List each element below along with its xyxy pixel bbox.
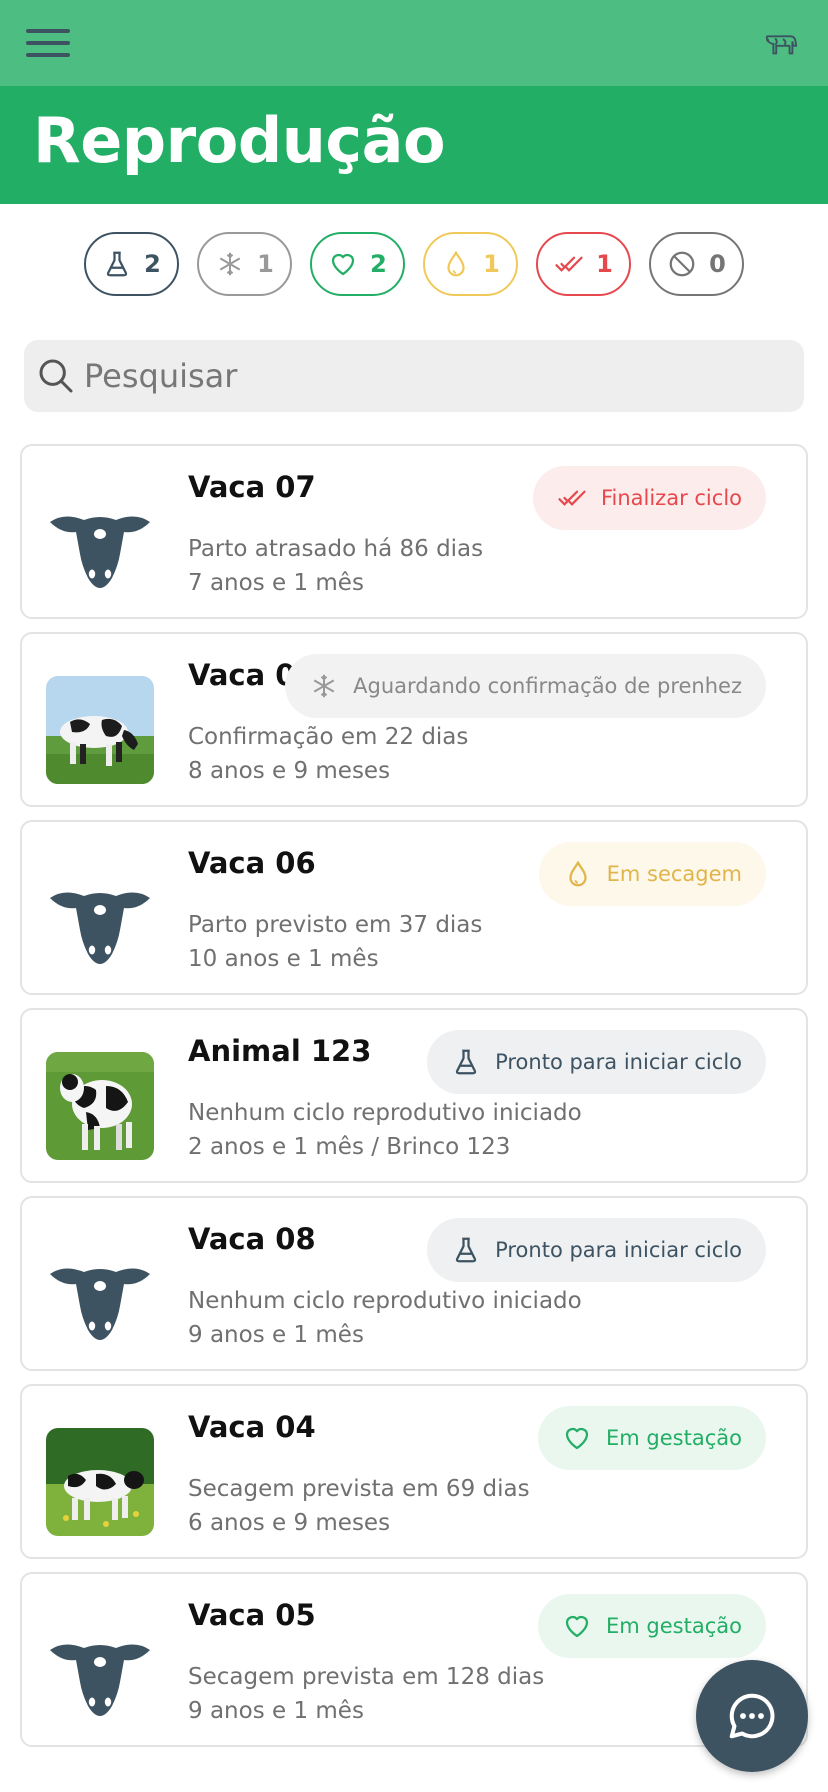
menu-icon[interactable] — [24, 26, 72, 60]
status-badge[interactable]: Pronto para iniciar ciclo — [427, 1030, 766, 1094]
animal-status-detail: Secagem prevista em 128 dias — [188, 1664, 545, 1690]
filter-chip-awaiting[interactable]: 1 — [197, 232, 292, 296]
animal-name: Animal 123 — [188, 1034, 372, 1068]
page-title: Reprodução — [33, 104, 446, 177]
status-badge-label: Pronto para iniciar ciclo — [495, 1050, 742, 1074]
cow-silhouette-icon — [46, 1616, 154, 1724]
double-check-icon — [558, 490, 586, 506]
status-badge[interactable]: Aguardando confirmação de prenhez — [285, 654, 766, 718]
animal-status-detail: Parto atrasado há 86 dias — [188, 536, 484, 562]
filter-count: 0 — [709, 250, 726, 278]
double-check-icon — [555, 256, 583, 272]
cow-silhouette-icon — [46, 488, 154, 596]
status-badge-label: Em gestação — [606, 1426, 742, 1450]
drop-icon — [568, 860, 587, 887]
flask-icon — [455, 1237, 477, 1263]
animal-age: 8 anos e 9 meses — [188, 758, 391, 784]
animal-name: Vaca 06 — [188, 846, 316, 880]
status-badge[interactable]: Em gestação — [538, 1406, 766, 1470]
animal-status-detail: Nenhum ciclo reprodutivo iniciado — [188, 1288, 582, 1314]
animal-card[interactable]: Vaca 05 Secagem prevista em 128 dias 9 a… — [20, 1572, 808, 1747]
cow-photo — [46, 1428, 154, 1536]
animal-status-detail: Secagem prevista em 69 dias — [188, 1476, 530, 1502]
animal-card[interactable]: Vaca 04 Secagem prevista em 69 dias 6 an… — [20, 1384, 808, 1559]
filter-count: 2 — [370, 250, 387, 278]
animal-card[interactable]: Vaca 06 Parto previsto em 37 dias 10 ano… — [20, 820, 808, 995]
status-badge[interactable]: Em gestação — [538, 1594, 766, 1658]
cow-photo — [46, 1052, 154, 1160]
flask-icon — [455, 1049, 477, 1075]
top-app-bar — [0, 0, 828, 86]
heart-icon — [565, 1615, 589, 1638]
filter-count: 1 — [483, 250, 500, 278]
animal-name: Vaca 07 — [188, 470, 316, 504]
filter-count: 2 — [144, 250, 161, 278]
animal-name: Vaca 04 — [188, 1410, 316, 1444]
animal-name: Vaca 08 — [188, 1222, 316, 1256]
search-icon — [39, 359, 73, 393]
animal-age: 9 anos e 1 mês — [188, 1322, 364, 1348]
animal-age: 2 anos e 1 mês / Brinco 123 — [188, 1134, 511, 1160]
status-badge[interactable]: Finalizar ciclo — [532, 466, 766, 530]
filter-chip-finish[interactable]: 1 — [536, 232, 631, 296]
status-badge-label: Finalizar ciclo — [600, 486, 742, 510]
animal-status-detail: Nenhum ciclo reprodutivo iniciado — [188, 1100, 582, 1126]
cow-silhouette-icon — [46, 1240, 154, 1348]
status-badge-label: Em gestação — [606, 1614, 742, 1638]
cow-photo — [46, 676, 154, 784]
search-input[interactable] — [84, 357, 764, 395]
flask-icon — [107, 251, 128, 277]
heart-icon — [565, 1427, 589, 1450]
animal-list: Vaca 07 Parto atrasado há 86 dias 7 anos… — [20, 444, 808, 1760]
animal-card[interactable]: Animal 123 Nenhum ciclo reprodutivo inic… — [20, 1008, 808, 1183]
chat-bubble-icon — [729, 1693, 775, 1739]
animal-status-detail: Confirmação em 22 dias — [188, 724, 469, 750]
animal-status-detail: Parto previsto em 37 dias — [188, 912, 483, 938]
snowflake-icon — [313, 674, 335, 698]
status-badge[interactable]: Pronto para iniciar ciclo — [427, 1218, 766, 1282]
status-filter-bar: 2 1 2 1 1 0 — [84, 232, 744, 296]
animal-age: 9 anos e 1 mês — [188, 1698, 364, 1724]
filter-chip-inactive[interactable]: 0 — [649, 232, 744, 296]
chat-button[interactable] — [696, 1660, 808, 1772]
status-badge[interactable]: Em secagem — [538, 842, 766, 906]
animal-card[interactable]: Vaca 08 Nenhum ciclo reprodutivo iniciad… — [20, 1196, 808, 1371]
animal-age: 7 anos e 1 mês — [188, 570, 364, 596]
filter-chip-drying[interactable]: 1 — [423, 232, 518, 296]
cow-silhouette-icon — [46, 864, 154, 972]
animal-age: 10 anos e 1 mês — [188, 946, 379, 972]
filter-chip-ready[interactable]: 2 — [84, 232, 179, 296]
filter-chip-pregnant[interactable]: 2 — [310, 232, 405, 296]
status-badge-label: Em secagem — [606, 862, 742, 886]
snowflake-icon — [219, 252, 241, 276]
animal-card[interactable]: Vaca 07 Parto atrasado há 86 dias 7 anos… — [20, 444, 808, 619]
heart-icon — [332, 253, 355, 276]
filter-count: 1 — [257, 250, 274, 278]
status-badge-label: Aguardando confirmação de prenhez — [353, 674, 742, 698]
cow-icon[interactable] — [762, 28, 800, 58]
animal-name: Vaca 05 — [188, 1598, 316, 1632]
drop-icon — [447, 250, 465, 277]
ban-icon — [669, 251, 695, 277]
page-header: Reprodução — [0, 86, 828, 204]
status-badge-label: Pronto para iniciar ciclo — [495, 1238, 742, 1262]
search-bar — [24, 340, 804, 412]
filter-count: 1 — [596, 250, 613, 278]
animal-card[interactable]: Vaca 02 Confirmação em 22 dias 8 anos e … — [20, 632, 808, 807]
animal-age: 6 anos e 9 meses — [188, 1510, 391, 1536]
